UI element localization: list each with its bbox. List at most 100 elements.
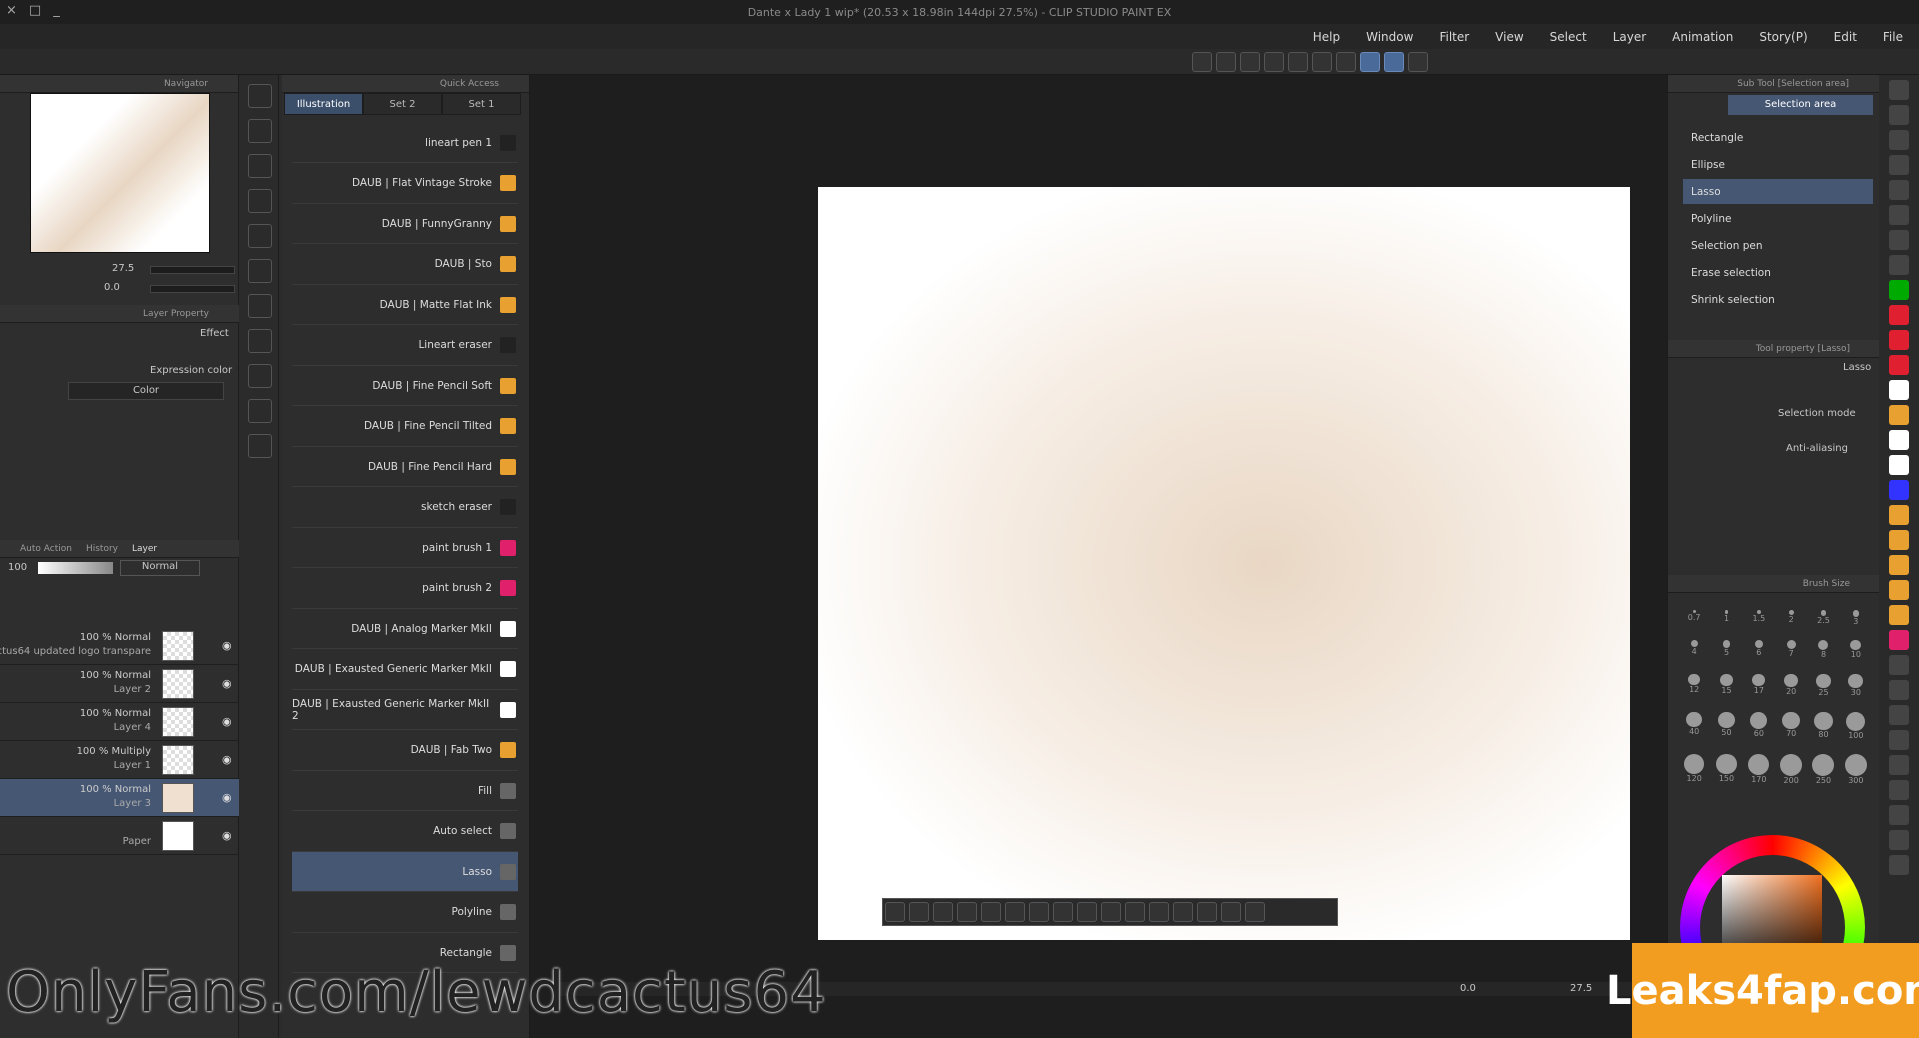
tool-icon[interactable] — [1889, 105, 1909, 125]
brush-size-option[interactable]: 17 — [1745, 673, 1773, 708]
tab-history[interactable]: History — [86, 544, 118, 554]
status-angle[interactable]: 0.0 — [1460, 983, 1476, 994]
quick-access-item[interactable]: DAUB | Fine Pencil Tilted — [292, 407, 518, 447]
undo-button[interactable] — [1192, 52, 1212, 72]
tool-icon[interactable] — [1889, 430, 1909, 450]
brush-size-option[interactable]: 300 — [1842, 753, 1870, 795]
eye-icon[interactable]: ◉ — [222, 715, 232, 728]
tool-7[interactable] — [248, 294, 272, 318]
tool-icon[interactable] — [1889, 805, 1909, 825]
menu-view[interactable]: View — [1495, 30, 1523, 44]
quick-access-item[interactable]: DAUB | Fine Pencil Hard — [292, 447, 518, 487]
brush-size-option[interactable]: 1.5 — [1745, 610, 1773, 636]
tab-auto-action[interactable]: Auto Action — [20, 544, 72, 554]
launcher-btn[interactable] — [909, 902, 929, 922]
blend-mode-select[interactable]: Normal — [120, 560, 200, 576]
invert-button[interactable] — [1336, 52, 1356, 72]
quick-access-item[interactable]: DAUB | FunnyGranny — [292, 204, 518, 244]
tool-icon[interactable] — [1889, 280, 1909, 300]
brush-size-option[interactable]: 170 — [1745, 753, 1773, 795]
tool-icon[interactable] — [1889, 505, 1909, 525]
quick-access-item[interactable]: paint brush 2 — [292, 569, 518, 609]
launcher-btn[interactable] — [957, 902, 977, 922]
quick-access-item[interactable]: lineart pen 1 — [292, 123, 518, 163]
tool-icon[interactable] — [1889, 130, 1909, 150]
tab-set-2[interactable]: Set 2 — [363, 93, 442, 115]
tool-icon[interactable] — [1889, 330, 1909, 350]
brush-size-option[interactable]: 2.5 — [1809, 610, 1837, 636]
layer-row[interactable]: 100 % Normal lewdcactus64 updated logo tr… — [0, 627, 239, 665]
quick-access-item[interactable]: sketch eraser — [292, 488, 518, 528]
tool-icon[interactable] — [1889, 630, 1909, 650]
quick-access-item[interactable]: DAUB | Fine Pencil Soft — [292, 366, 518, 406]
launcher-btn[interactable] — [1221, 902, 1241, 922]
brush-size-option[interactable]: 12 — [1680, 673, 1708, 708]
opacity-slider[interactable] — [38, 562, 113, 574]
redo-button[interactable] — [1216, 52, 1236, 72]
status-zoom[interactable]: 27.5 — [1570, 983, 1592, 994]
quick-access-item[interactable]: DAUB | Sto — [292, 245, 518, 285]
brush-size-option[interactable]: 200 — [1777, 753, 1805, 795]
eye-icon[interactable]: ◉ — [222, 791, 232, 804]
tool-icon[interactable] — [1889, 855, 1909, 875]
brush-size-option[interactable]: 30 — [1842, 673, 1870, 708]
launcher-btn[interactable] — [1077, 902, 1097, 922]
fill-button[interactable] — [1264, 52, 1284, 72]
eye-icon[interactable]: ◉ — [222, 639, 232, 652]
tool-icon[interactable] — [1889, 755, 1909, 775]
brush-size-option[interactable]: 4 — [1680, 639, 1708, 670]
quick-access-item[interactable]: Lasso — [292, 852, 518, 892]
eye-icon[interactable]: ◉ — [222, 677, 232, 690]
selection-subtool-item[interactable]: Lasso — [1683, 179, 1873, 204]
nav-rotation-value[interactable]: 0.0 — [104, 282, 120, 293]
tool-icon[interactable] — [1889, 455, 1909, 475]
quick-access-item[interactable]: DAUB | Analog Marker MkII — [292, 609, 518, 649]
brush-size-option[interactable]: 25 — [1809, 673, 1837, 708]
brush-size-option[interactable]: 150 — [1712, 753, 1740, 795]
brush-size-option[interactable]: 100 — [1842, 711, 1870, 750]
launcher-btn[interactable] — [1173, 902, 1193, 922]
brush-size-option[interactable]: 0.7 — [1680, 610, 1708, 636]
tool-icon[interactable] — [1889, 155, 1909, 175]
selection-subtool-item[interactable]: Ellipse — [1683, 152, 1873, 177]
selection-subtool-item[interactable]: Erase selection — [1683, 260, 1873, 285]
launcher-btn[interactable] — [1053, 902, 1073, 922]
deselect-button[interactable] — [1312, 52, 1332, 72]
quick-access-title[interactable]: Quick Access — [440, 79, 499, 89]
menu-layer[interactable]: Layer — [1613, 30, 1646, 44]
nav-zoom-value[interactable]: 27.5 — [112, 263, 134, 274]
selection-subtool-item[interactable]: Shrink selection — [1683, 287, 1873, 312]
menu-edit[interactable]: Edit — [1834, 30, 1857, 44]
tool-icon[interactable] — [1889, 255, 1909, 275]
tool-10[interactable] — [248, 399, 272, 423]
tool-icon[interactable] — [1889, 180, 1909, 200]
tool-icon[interactable] — [1889, 830, 1909, 850]
brush-size-option[interactable]: 1 — [1712, 610, 1740, 636]
brush-size-option[interactable]: 5 — [1712, 639, 1740, 670]
selection-subtool-item[interactable]: Polyline — [1683, 206, 1873, 231]
layer-row[interactable]: 100 % Multiply Layer 1 ◉ — [0, 741, 239, 779]
menu-window[interactable]: Window — [1366, 30, 1413, 44]
brush-size-option[interactable]: 250 — [1809, 753, 1837, 795]
tool-icon[interactable] — [1889, 205, 1909, 225]
eye-icon[interactable]: ◉ — [222, 753, 232, 766]
brush-size-option[interactable]: 60 — [1745, 711, 1773, 750]
brush-size-option[interactable]: 3 — [1842, 610, 1870, 636]
tool-6[interactable] — [248, 259, 272, 283]
tool-icon[interactable] — [1889, 580, 1909, 600]
eye-icon[interactable]: ◉ — [222, 829, 232, 842]
transform-button[interactable] — [1288, 52, 1308, 72]
clear-button[interactable] — [1240, 52, 1260, 72]
brush-size-option[interactable]: 50 — [1712, 711, 1740, 750]
selection-subtool-item[interactable]: Rectangle — [1683, 125, 1873, 150]
rotation-slider[interactable] — [150, 285, 235, 293]
brush-size-option[interactable]: 120 — [1680, 753, 1708, 795]
close-button[interactable]: × — [6, 3, 17, 18]
selection-subtool-item[interactable]: Selection pen — [1683, 233, 1873, 258]
brush-size-option[interactable]: 8 — [1809, 639, 1837, 670]
tool-icon[interactable] — [1889, 555, 1909, 575]
launcher-btn[interactable] — [1125, 902, 1145, 922]
selection-area-group[interactable]: Selection area — [1728, 95, 1873, 115]
quick-access-item[interactable]: Lineart eraser — [292, 326, 518, 366]
tool-icon[interactable] — [1889, 305, 1909, 325]
